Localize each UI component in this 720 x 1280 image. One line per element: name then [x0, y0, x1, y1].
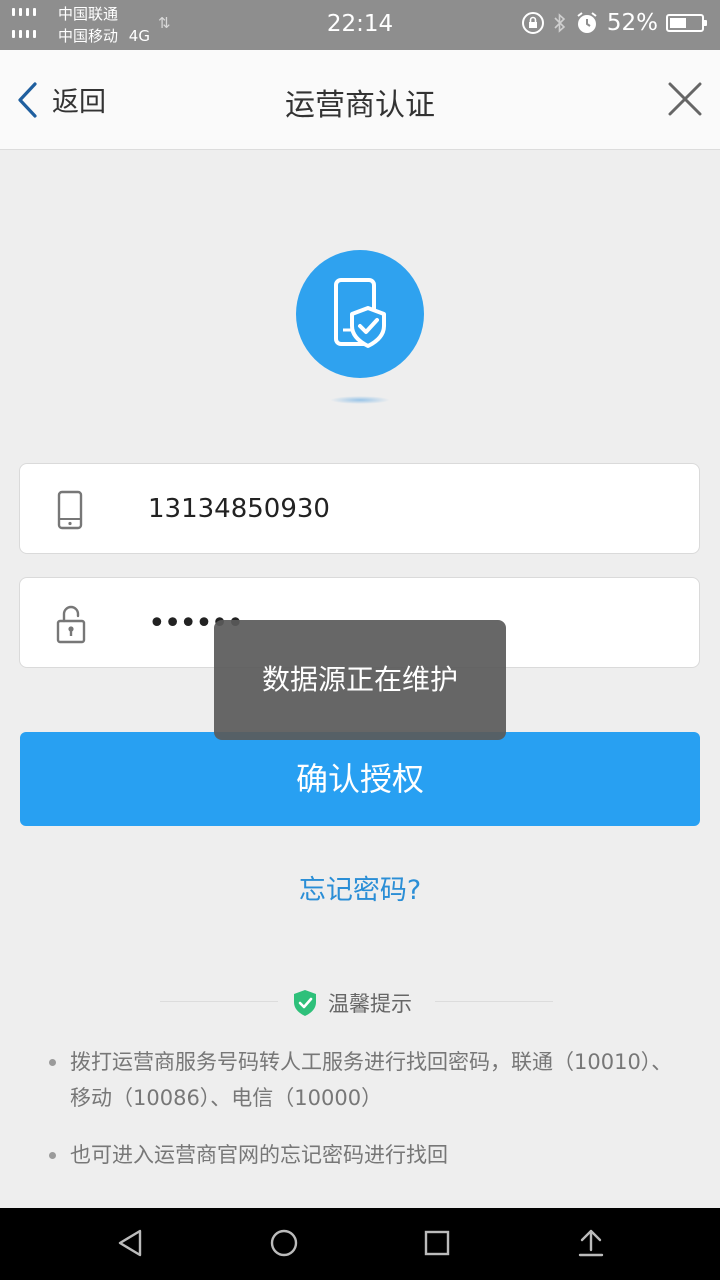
tip-item: 也可进入运营商官网的忘记密码进行找回	[70, 1143, 448, 1167]
close-button[interactable]	[668, 82, 702, 120]
header: 返回 运营商认证	[0, 50, 720, 150]
forgot-password-link[interactable]: 忘记密码?	[0, 868, 720, 907]
battery-icon	[666, 14, 707, 32]
square-recents-icon	[424, 1230, 450, 1256]
nav-recents-button[interactable]	[423, 1228, 451, 1262]
badge-shadow	[330, 396, 390, 404]
tip-bullet	[49, 1152, 56, 1159]
nav-pull-up-button[interactable]	[577, 1228, 605, 1262]
battery-percent: 52%	[606, 10, 658, 36]
circle-home-icon	[270, 1229, 298, 1257]
mobile-phone-icon	[57, 490, 83, 530]
phone-shield-badge	[296, 250, 424, 378]
tip-bullet	[49, 1059, 56, 1066]
confirm-authorize-button[interactable]: 确认授权	[20, 732, 700, 826]
shield-check-icon	[294, 990, 316, 1016]
status-bar: 中国联通 中国移动 4G ⇅ 22:14 52%	[0, 0, 720, 50]
divider-right	[435, 1001, 553, 1002]
lock-rotation-icon	[521, 12, 544, 34]
status-icons: 52%	[521, 10, 707, 36]
tips-title-group: 温馨提示	[292, 988, 412, 1018]
close-icon	[668, 82, 702, 116]
phone-shield-icon	[334, 278, 386, 348]
battery-fill	[670, 18, 686, 28]
tips-title: 温馨提示	[328, 992, 412, 1016]
navigation-bar	[0, 1208, 720, 1280]
divider-left	[160, 1001, 278, 1002]
nav-home-button[interactable]	[269, 1228, 299, 1262]
unlock-icon	[56, 605, 86, 644]
bluetooth-icon	[554, 13, 566, 33]
tip-item: 拨打运营商服务号码转人工服务进行找回密码，联通（10010）、移动（10086）…	[70, 1050, 673, 1110]
toast-message: 数据源正在维护	[214, 620, 506, 740]
phone-field[interactable]	[19, 463, 700, 554]
phone-input[interactable]	[148, 484, 668, 534]
nav-back-button[interactable]	[116, 1228, 144, 1262]
page-title: 运营商认证	[285, 88, 435, 123]
triangle-back-icon	[118, 1229, 142, 1257]
arrow-up-icon	[578, 1229, 604, 1257]
alarm-icon	[577, 12, 597, 33]
